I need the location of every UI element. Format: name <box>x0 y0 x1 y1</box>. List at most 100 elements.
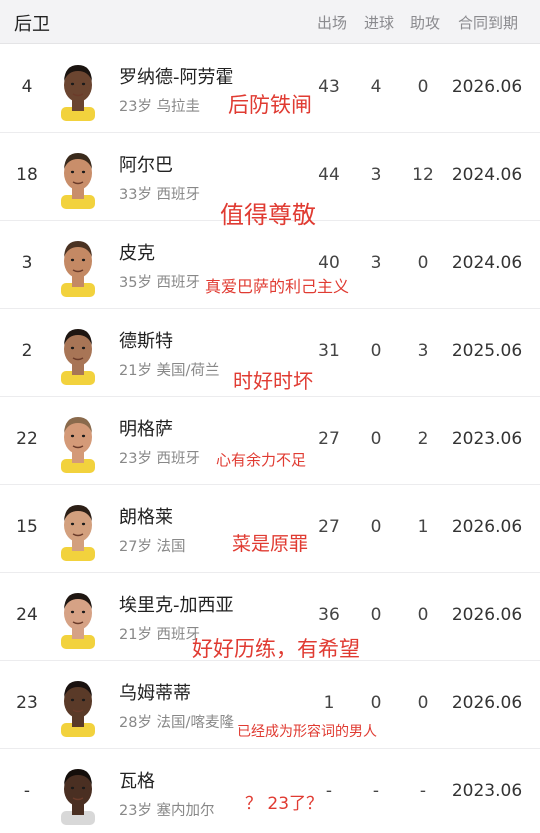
player-number: 15 <box>16 517 38 537</box>
player-eye-right <box>81 698 86 702</box>
player-goals: 0 <box>370 517 382 537</box>
player-row[interactable]: 15 朗格莱 27岁 法国 27 0 1 2026.06 菜是原罪 <box>0 485 540 573</box>
player-contract-expiry: 2026.06 <box>451 693 523 713</box>
player-apps: 31 <box>318 341 340 361</box>
player-apps: 43 <box>318 77 340 97</box>
column-header-assists[interactable]: 助攻 <box>406 12 444 33</box>
player-photo <box>61 65 95 121</box>
player-photo <box>61 681 95 737</box>
player-goals: 3 <box>370 253 382 273</box>
player-contract-expiry: 2025.06 <box>451 341 523 361</box>
player-goals: - <box>372 781 380 801</box>
player-eye-right <box>81 346 86 350</box>
player-eye-right <box>81 170 86 174</box>
handwritten-annotation: 时好时坏 <box>233 369 313 393</box>
player-eye-left <box>70 434 75 438</box>
player-number: 4 <box>21 77 33 97</box>
player-photo <box>61 241 95 297</box>
player-contract-expiry: 2026.06 <box>451 517 523 537</box>
handwritten-annotation: ？ 23了？ <box>245 794 324 814</box>
player-apps: 44 <box>318 165 340 185</box>
player-assists: - <box>419 781 427 801</box>
player-age-nationality: 21岁 美国/荷兰 <box>119 363 220 379</box>
player-apps: 1 <box>323 693 335 713</box>
player-eye-left <box>70 258 75 262</box>
player-apps: 27 <box>318 429 340 449</box>
column-header-goals[interactable]: 进球 <box>360 12 398 33</box>
player-eye-left <box>70 346 75 350</box>
player-name[interactable]: 明格萨 <box>119 415 173 441</box>
table-header: 后卫 出场 进球 助攻 合同到期 <box>0 0 540 44</box>
player-row[interactable]: 22 明格萨 23岁 西班牙 27 0 2 2023.06 心有余力不足 <box>0 397 540 485</box>
player-assists: 1 <box>417 517 429 537</box>
player-number: 22 <box>16 429 38 449</box>
player-photo <box>61 593 95 649</box>
player-eye-right <box>81 786 86 790</box>
player-age-nationality: 35岁 西班牙 <box>119 275 201 291</box>
handwritten-annotation: 已经成为形容词的男人 <box>237 724 377 740</box>
player-eye-right <box>81 522 86 526</box>
player-name[interactable]: 埃里克-加西亚 <box>119 591 234 617</box>
player-contract-expiry: 2024.06 <box>451 253 523 273</box>
column-header-contract[interactable]: 合同到期 <box>452 12 524 33</box>
handwritten-annotation: 后防铁闸 <box>228 93 312 117</box>
player-row[interactable]: 23 乌姆蒂蒂 28岁 法国/喀麦隆 1 0 0 2026.06 已经成为形容词… <box>0 661 540 749</box>
player-contract-expiry: 2023.06 <box>451 781 523 801</box>
player-goals: 0 <box>370 429 382 449</box>
player-eye-left <box>70 786 75 790</box>
player-photo <box>61 329 95 385</box>
column-header-apps[interactable]: 出场 <box>313 12 351 33</box>
player-age-nationality: 28岁 法国/喀麦隆 <box>119 715 234 731</box>
player-row[interactable]: - 瓦格 23岁 塞内加尔 - - - 2023.06 ？ 23了？ <box>0 749 540 833</box>
player-assists: 2 <box>417 429 429 449</box>
player-apps: 40 <box>318 253 340 273</box>
player-contract-expiry: 2026.06 <box>451 605 523 625</box>
player-contract-expiry: 2026.06 <box>451 77 523 97</box>
handwritten-annotation: 好好历练，有希望 <box>192 637 360 661</box>
player-apps: 36 <box>318 605 340 625</box>
player-name[interactable]: 阿尔巴 <box>119 151 173 177</box>
player-eye-left <box>70 698 75 702</box>
player-number: 3 <box>21 253 33 273</box>
player-assists: 0 <box>417 605 429 625</box>
player-eye-right <box>81 82 86 86</box>
player-row[interactable]: 4 罗纳德-阿劳霍 23岁 乌拉圭 43 4 0 2026.06 后防铁闸 <box>0 45 540 133</box>
player-goals: 4 <box>370 77 382 97</box>
player-number: 18 <box>16 165 38 185</box>
player-photo <box>61 505 95 561</box>
player-photo <box>61 153 95 209</box>
player-goals: 0 <box>370 341 382 361</box>
player-age-nationality: 23岁 乌拉圭 <box>119 99 201 115</box>
player-contract-expiry: 2024.06 <box>451 165 523 185</box>
player-row[interactable]: 3 皮克 35岁 西班牙 40 3 0 2024.06 真爱巴萨的利己主义 <box>0 221 540 309</box>
player-eye-left <box>70 170 75 174</box>
player-number: - <box>23 781 31 801</box>
player-name[interactable]: 德斯特 <box>119 327 173 353</box>
player-eye-left <box>70 522 75 526</box>
player-assists: 0 <box>417 253 429 273</box>
player-photo <box>61 417 95 473</box>
player-number: 24 <box>16 605 38 625</box>
player-assists: 3 <box>417 341 429 361</box>
player-assists: 0 <box>417 693 429 713</box>
section-title: 后卫 <box>14 14 50 35</box>
player-name[interactable]: 瓦格 <box>119 767 155 793</box>
player-name[interactable]: 乌姆蒂蒂 <box>119 679 191 705</box>
player-age-nationality: 23岁 西班牙 <box>119 451 201 467</box>
player-age-nationality: 27岁 法国 <box>119 539 186 555</box>
player-name[interactable]: 朗格莱 <box>119 503 173 529</box>
player-row[interactable]: 24 埃里克-加西亚 21岁 西班牙 36 0 0 2026.06 好好历练，有… <box>0 573 540 661</box>
player-goals: 3 <box>370 165 382 185</box>
player-eye-right <box>81 258 86 262</box>
player-contract-expiry: 2023.06 <box>451 429 523 449</box>
player-apps: 27 <box>318 517 340 537</box>
player-age-nationality: 21岁 西班牙 <box>119 627 201 643</box>
player-name[interactable]: 皮克 <box>119 239 155 265</box>
player-eye-left <box>70 610 75 614</box>
player-assists: 0 <box>417 77 429 97</box>
player-row[interactable]: 18 阿尔巴 33岁 西班牙 44 3 12 2024.06 值得尊敬 <box>0 133 540 229</box>
player-name[interactable]: 罗纳德-阿劳霍 <box>119 63 234 89</box>
player-row[interactable]: 2 德斯特 21岁 美国/荷兰 31 0 3 2025.06 时好时坏 <box>0 309 540 397</box>
player-assists: 12 <box>412 165 434 185</box>
player-eye-right <box>81 434 86 438</box>
